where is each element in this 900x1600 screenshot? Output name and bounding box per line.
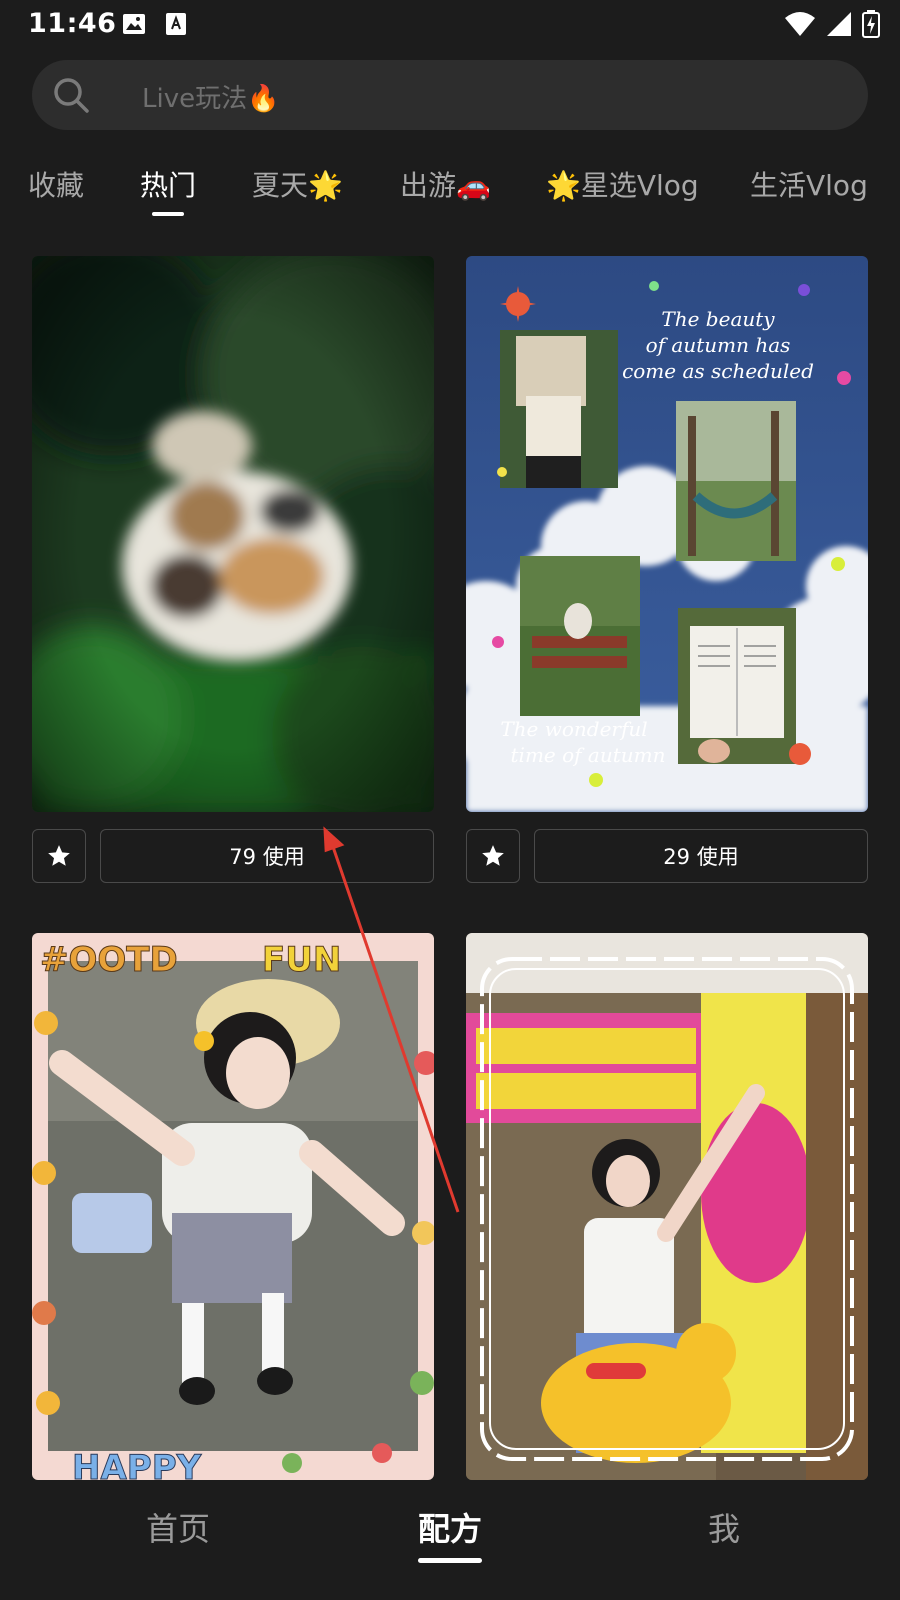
- signal-icon: [827, 12, 851, 36]
- font-notification-icon: [166, 13, 186, 35]
- flower-sticker: [194, 1031, 214, 1051]
- notification-icons: [122, 12, 188, 36]
- search-icon: [54, 78, 89, 113]
- collage-caption-line1: The wonderful: [500, 717, 647, 741]
- nav-home[interactable]: 首页: [146, 1504, 210, 1550]
- photo-hammock: [676, 401, 796, 561]
- tab-favorites[interactable]: 收藏: [28, 164, 84, 204]
- tab-outing[interactable]: 出游🚗: [400, 164, 491, 204]
- category-tabs: 收藏 热门 夏天🌟 出游🚗 🌟星选Vlog 生活Vlog: [0, 160, 900, 220]
- star-icon: [48, 845, 70, 866]
- collage-title-line2: of autumn has: [646, 333, 791, 357]
- battery-icon: [862, 10, 880, 38]
- image-notification-icon: [123, 14, 145, 34]
- search-placeholder: Live玩法🔥: [142, 84, 280, 114]
- fun-sticker: FUN: [262, 940, 341, 980]
- active-tab-indicator: [152, 212, 184, 216]
- favorite-button[interactable]: [32, 829, 86, 883]
- happy-sticker: HAPPY: [72, 1448, 202, 1480]
- ootd-sticker-image: #OOTD FUN HAPPY: [32, 933, 434, 1480]
- template-card-thumbnail[interactable]: The beauty of autumn has come as schedul…: [466, 256, 868, 812]
- template-card-thumbnail[interactable]: [32, 256, 434, 812]
- autumn-collage-image: The beauty of autumn has come as schedul…: [466, 256, 868, 812]
- photo-book: [678, 608, 796, 764]
- collage-title-line3: come as scheduled: [622, 359, 814, 383]
- use-template-button[interactable]: 79 使用: [100, 829, 434, 883]
- status-time: 11:46: [28, 8, 117, 39]
- photo-tote-bag: [500, 330, 618, 488]
- nav-recipes[interactable]: 配方: [418, 1504, 482, 1550]
- collage-title-line1: The beauty: [661, 307, 775, 331]
- ootd-sticker: #OOTD: [40, 940, 178, 980]
- collage-caption-line2: time of autumn: [511, 743, 666, 767]
- tab-popular[interactable]: 热门: [140, 164, 196, 204]
- photo-bench: [520, 556, 640, 716]
- tab-summer[interactable]: 夏天🌟: [252, 164, 343, 204]
- active-nav-indicator: [418, 1558, 482, 1563]
- star-icon: [482, 845, 504, 866]
- status-bar: 11:46: [0, 0, 900, 52]
- system-status-icons: [784, 10, 880, 38]
- wifi-icon: [785, 12, 815, 36]
- street-sign-photo: [466, 933, 868, 1480]
- search-bar[interactable]: Live玩法🔥: [32, 60, 868, 130]
- app-screen: 11:46 Live玩法🔥 收藏 热门 夏天🌟 出游🚗 🌟星选Vlog 生活Vl…: [0, 0, 900, 1600]
- template-card-thumbnail[interactable]: #OOTD FUN HAPPY: [32, 933, 434, 1480]
- bottom-navigation: 首页 配方 我: [0, 1480, 900, 1600]
- nav-me[interactable]: 我: [708, 1504, 740, 1550]
- favorite-button[interactable]: [466, 829, 520, 883]
- template-card-thumbnail[interactable]: [466, 933, 868, 1480]
- blurred-food-image: [32, 256, 434, 812]
- use-template-button[interactable]: 29 使用: [534, 829, 868, 883]
- tab-star-vlog[interactable]: 🌟星选Vlog: [546, 164, 699, 204]
- tab-life-vlog[interactable]: 生活Vlog: [750, 164, 868, 204]
